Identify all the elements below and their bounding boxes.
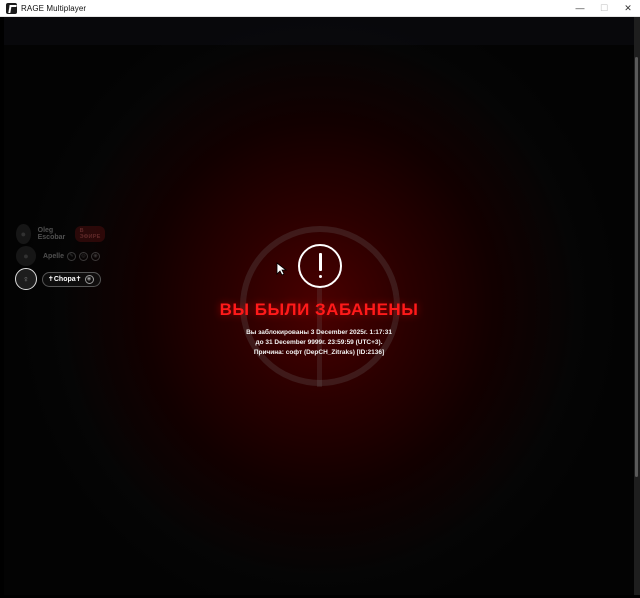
game-viewport: ВЫ БЫЛИ ЗАБАНЕНЫ Вы заблокированы 3 Dece… — [4, 17, 634, 595]
rage-logo-icon — [6, 2, 17, 14]
avatar: ● — [16, 224, 31, 244]
player-item[interactable]: ● Oleg Escobar В ЭФИРЕ — [16, 224, 106, 244]
ban-title: ВЫ БЫЛИ ЗАБАНЕНЫ — [219, 300, 419, 319]
app-window: RAGE Multiplayer — ☐ ✕ ВЫ БЫЛИ ЗАБАНЕНЫ … — [0, 0, 640, 598]
title-bar[interactable]: RAGE Multiplayer — ☐ ✕ — [0, 0, 640, 17]
status-icon: ◉ — [91, 251, 101, 261]
player-name: Apelle — [43, 252, 65, 260]
maximize-button[interactable]: ☐ — [592, 0, 616, 17]
status-icon: ◎ — [79, 251, 89, 261]
ban-date-from: Вы заблокированы 3 December 2025г. 1:17:… — [246, 329, 392, 336]
player-item[interactable]: ● Apelle ✎ ◎ ◉ — [16, 246, 101, 266]
exclamation-circle-icon — [298, 244, 342, 288]
ban-details: Вы заблокированы 3 December 2025г. 1:17:… — [4, 328, 634, 358]
mouse-pointer-icon — [276, 262, 288, 276]
close-button[interactable]: ✕ — [616, 0, 640, 17]
status-icon: ✎ — [67, 251, 77, 261]
avatar: ♀ — [15, 268, 37, 290]
scrollbar[interactable] — [634, 17, 640, 595]
status-icon: ◉ — [84, 274, 94, 284]
player-item-current[interactable]: ♀ ✝Chopa✝ ◉ — [15, 268, 101, 290]
live-badge: В ЭФИРЕ — [74, 226, 106, 242]
ban-date-to: до 31 December 9999г. 23:59:59 (UTC+3). — [255, 339, 383, 346]
player-name: Oleg Escobar — [37, 227, 66, 241]
player-name-pill: ✝Chopa✝ ◉ — [42, 271, 101, 287]
player-name: ✝Chopa✝ — [48, 276, 82, 283]
ban-reason: Причина: софт (DepCH_Zitraks) [ID:2136] — [253, 349, 385, 356]
window-title: RAGE Multiplayer — [21, 3, 87, 13]
window-controls: — ☐ ✕ — [568, 0, 640, 17]
avatar: ● — [16, 246, 36, 266]
minimize-button[interactable]: — — [568, 0, 592, 17]
top-shade — [4, 17, 634, 45]
